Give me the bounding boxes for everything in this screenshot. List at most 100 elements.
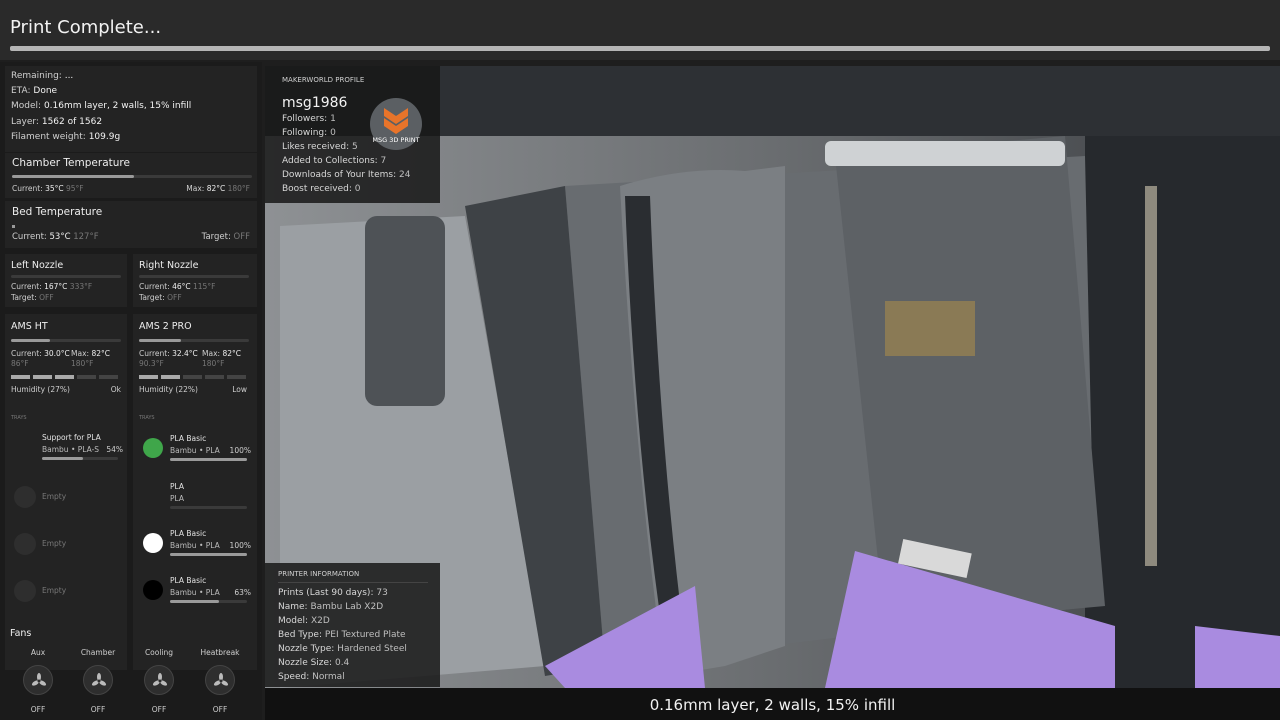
- right-nozzle-panel: Right Nozzle Current: 46°C 115°F Target:…: [133, 254, 257, 307]
- fan-aux-button[interactable]: [23, 665, 53, 695]
- fan-chamber-state: OFF: [90, 705, 106, 714]
- tray-fill-bar: [42, 457, 118, 460]
- tray-name: PLA: [170, 482, 185, 491]
- fan-chamber-button[interactable]: [83, 665, 113, 695]
- ams-ht-tray-3[interactable]: Empty: [11, 525, 123, 565]
- humidity-segment: [139, 375, 158, 379]
- fan-icon: [152, 673, 168, 686]
- tray-percent: 63%: [234, 588, 251, 597]
- ams-ht-trays-label: TRAYS: [11, 415, 27, 421]
- fan-cooling-button[interactable]: [144, 665, 174, 695]
- chamber-title: Chamber Temperature: [12, 157, 130, 169]
- ams-ht-tray-4[interactable]: Empty: [11, 572, 123, 612]
- bed-current: Current: 53°C 127°F: [12, 232, 99, 242]
- tray-name: Support for PLA: [42, 433, 101, 442]
- ams-2-pro-humidity: Humidity (22%): [139, 385, 198, 394]
- msg-logo-icon: MSG 3D PRINT: [372, 108, 420, 144]
- fan-cooling-label: Cooling: [144, 648, 174, 657]
- ams-2-pro-humidity-status: Low: [232, 385, 247, 394]
- fan-cooling-state: OFF: [151, 705, 167, 714]
- left-nozzle-target: Target: OFF: [11, 293, 54, 302]
- caption-bar: 0.16mm layer, 2 walls, 15% infill: [265, 688, 1280, 720]
- chamber-temp-bar: [12, 175, 252, 178]
- humidity-segment: [55, 375, 74, 379]
- remaining-value: ...: [64, 71, 74, 81]
- humidity-segment: [99, 375, 118, 379]
- ams-2-pro-tray-3[interactable]: PLA Basic Bambu • PLA 100%: [139, 525, 251, 565]
- tray-fill-bar: [170, 600, 247, 603]
- right-nozzle-target: Target: OFF: [139, 293, 182, 302]
- ams-2-pro-current: Current: 32.4°C: [139, 349, 198, 358]
- printer-info-header: PRINTER INFORMATION: [278, 570, 360, 578]
- ams-2-pro-tray-2[interactable]: PLA PLA: [139, 478, 251, 518]
- eta-value: Done: [33, 86, 58, 96]
- divider: [278, 582, 428, 583]
- layer-label: Layer:: [11, 117, 39, 127]
- fan-icon: [91, 673, 107, 686]
- ams-2-pro-tray-4[interactable]: PLA Basic Bambu • PLA 63%: [139, 572, 251, 612]
- bed-type-row: Bed Type: PEI Textured Plate: [278, 630, 406, 640]
- remaining-label: Remaining:: [11, 71, 62, 81]
- ams-ht-max: Max: 82°C: [71, 349, 110, 358]
- header-bar: Print Complete...: [0, 0, 1280, 60]
- ams-ht-tray-1[interactable]: Support for PLA Bambu • PLA-S 54%: [11, 430, 123, 470]
- ams-2-pro-tray-1[interactable]: PLA Basic Bambu • PLA 100%: [139, 430, 251, 470]
- boost-row: Boost received: 0: [282, 184, 361, 194]
- model-value: 0.16mm layer, 2 walls, 15% infill: [43, 101, 192, 111]
- fan-heatbreak-button[interactable]: [205, 665, 235, 695]
- fan-heatbreak-label: Heatbreak: [200, 648, 240, 657]
- page-title: Print Complete...: [10, 17, 162, 38]
- humidity-segment: [183, 375, 202, 379]
- tray-fill-bar: [170, 506, 247, 509]
- svg-text:MSG 3D PRINT: MSG 3D PRINT: [372, 136, 419, 144]
- ams-ht-temp-bar: [11, 339, 121, 342]
- tray-fill: [170, 553, 247, 556]
- ams-2-pro-temp-fill: [139, 339, 181, 342]
- ams-ht-max-f: 180°F: [71, 359, 94, 368]
- makerworld-header: MAKERWORLD PROFILE: [282, 76, 365, 84]
- chamber-max: Max: 82°C 180°F: [186, 184, 250, 193]
- right-nozzle-bar: [139, 275, 249, 278]
- model-row: Model: 0.16mm layer, 2 walls, 15% infill: [11, 101, 191, 111]
- tray-sub: Bambu • PLA-S: [42, 445, 100, 454]
- remaining-row: Remaining: ...: [11, 71, 73, 81]
- humidity-segment: [227, 375, 246, 379]
- humidity-segment: [11, 375, 30, 379]
- print-progress-bar: [10, 46, 1270, 51]
- chamber-temperature-panel: Chamber Temperature Current: 35°C 95°F M…: [5, 153, 257, 198]
- ams-ht-tray-2[interactable]: Empty: [11, 478, 123, 518]
- ams-2-pro-panel: AMS 2 PRO Current: 32.4°C 90.3°F Max: 82…: [133, 314, 257, 670]
- chamber-temp-fill: [12, 175, 135, 178]
- followers-row: Followers: 1: [282, 114, 336, 124]
- tray-fill: [170, 600, 219, 603]
- tray-sub: Bambu • PLA: [170, 446, 220, 455]
- layer-row: Layer: 1562 of 1562: [11, 117, 102, 127]
- right-nozzle-title: Right Nozzle: [139, 260, 199, 271]
- tray-percent: 100%: [229, 541, 251, 550]
- tray-name: Empty: [42, 586, 67, 595]
- bed-temperature-panel: Bed Temperature Current: 53°C 127°F Targ…: [5, 201, 257, 248]
- ams-ht-humidity-bar: [11, 375, 121, 379]
- ams-2-pro-trays-label: TRAYS: [139, 415, 155, 421]
- bed-title: Bed Temperature: [12, 206, 103, 218]
- makerworld-username: msg1986: [282, 95, 348, 111]
- tray-percent: 54%: [106, 445, 123, 454]
- nozzle-type-row: Nozzle Type: Hardened Steel: [278, 644, 407, 654]
- ams-ht-humidity-status: Ok: [110, 385, 121, 394]
- printer-name-row: Name: Bambu Lab X2D: [278, 602, 384, 612]
- left-nozzle-title: Left Nozzle: [11, 260, 64, 271]
- ams-2-pro-humidity-bar: [139, 375, 249, 379]
- sidebar: Remaining: ... ETA: Done Model: 0.16mm l…: [0, 62, 262, 720]
- fan-icon: [213, 673, 229, 686]
- ams-ht-panel: AMS HT Current: 30.0°C 86°F Max: 82°C 18…: [5, 314, 127, 670]
- ams-2-pro-temp-bar: [139, 339, 249, 342]
- model-label: Model:: [11, 101, 42, 111]
- right-nozzle-current: Current: 46°C 115°F: [139, 282, 216, 291]
- nozzle-size-row: Nozzle Size: 0.4: [278, 658, 350, 668]
- bed-target: Target: OFF: [201, 232, 250, 242]
- profile-avatar[interactable]: MSG 3D PRINT: [370, 98, 422, 150]
- bed-temp-bar: [12, 225, 15, 228]
- tray-fill: [42, 457, 84, 460]
- ams-ht-temp-fill: [11, 339, 50, 342]
- empty-spool-icon: [14, 486, 36, 508]
